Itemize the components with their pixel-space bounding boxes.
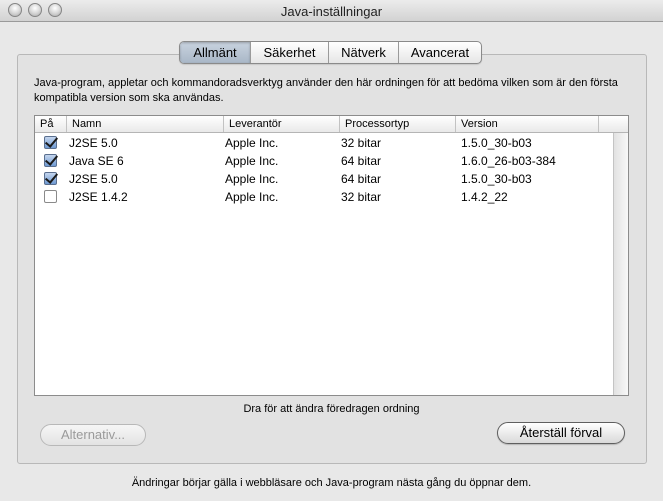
table-scrollbar[interactable]: [613, 133, 628, 395]
footer-note: Ändringar börjar gälla i webbläsare och …: [131, 477, 532, 489]
window-title: Java-inställningar: [280, 4, 383, 19]
column-header-version[interactable]: Version: [456, 116, 599, 132]
restore-defaults-button[interactable]: Återställ förval: [497, 422, 625, 444]
row-version: 1.5.0_30-b03: [461, 172, 532, 186]
tab-general[interactable]: Allmänt: [180, 42, 251, 63]
row-processor: 64 bitar: [341, 172, 382, 186]
title-bar: Java-inställningar: [0, 0, 663, 22]
table-row[interactable]: Java SE 6 Apple Inc. 64 bitar 1.6.0_26-b…: [35, 152, 614, 170]
row-vendor: Apple Inc.: [225, 154, 279, 168]
column-header-vendor[interactable]: Leverantör: [224, 116, 340, 132]
java-versions-table[interactable]: På Namn Leverantör Processortyp Version …: [34, 115, 629, 396]
enabled-checkbox[interactable]: [44, 172, 57, 185]
tab-security[interactable]: Säkerhet: [251, 42, 329, 63]
options-button[interactable]: Alternativ...: [40, 424, 146, 446]
row-vendor: Apple Inc.: [225, 136, 279, 150]
row-version: 1.6.0_26-b03-384: [461, 154, 556, 168]
description-text: Java-program, appletar och kommandoradsv…: [34, 77, 618, 104]
row-processor: 32 bitar: [341, 190, 382, 204]
row-name: J2SE 5.0: [69, 172, 118, 186]
enabled-checkbox[interactable]: [44, 136, 57, 149]
row-name: Java SE 6: [69, 154, 124, 168]
row-vendor: Apple Inc.: [225, 172, 279, 186]
tab-advanced[interactable]: Avancerat: [399, 42, 481, 63]
row-processor: 64 bitar: [341, 154, 382, 168]
row-vendor: Apple Inc.: [225, 190, 279, 204]
table-row[interactable]: J2SE 5.0 Apple Inc. 32 bitar 1.5.0_30-b0…: [35, 134, 614, 152]
table-header: På Namn Leverantör Processortyp Version: [35, 116, 628, 133]
table-row[interactable]: J2SE 5.0 Apple Inc. 64 bitar 1.5.0_30-b0…: [35, 170, 614, 188]
enabled-checkbox[interactable]: [44, 190, 57, 203]
column-header-processor[interactable]: Processortyp: [340, 116, 456, 132]
table-row[interactable]: J2SE 1.4.2 Apple Inc. 32 bitar 1.4.2_22: [35, 188, 614, 206]
row-name: J2SE 1.4.2: [69, 190, 128, 204]
row-version: 1.4.2_22: [461, 190, 508, 204]
tab-network[interactable]: Nätverk: [329, 42, 399, 63]
column-header-enabled[interactable]: På: [35, 116, 67, 132]
row-version: 1.5.0_30-b03: [461, 136, 532, 150]
column-header-name[interactable]: Namn: [67, 116, 224, 132]
enabled-checkbox[interactable]: [44, 154, 57, 167]
tab-bar: Allmänt Säkerhet Nätverk Avancerat: [179, 41, 482, 64]
drag-hint: Dra för att ändra föredragen ordning: [243, 403, 420, 415]
row-name: J2SE 5.0: [69, 136, 118, 150]
row-processor: 32 bitar: [341, 136, 382, 150]
